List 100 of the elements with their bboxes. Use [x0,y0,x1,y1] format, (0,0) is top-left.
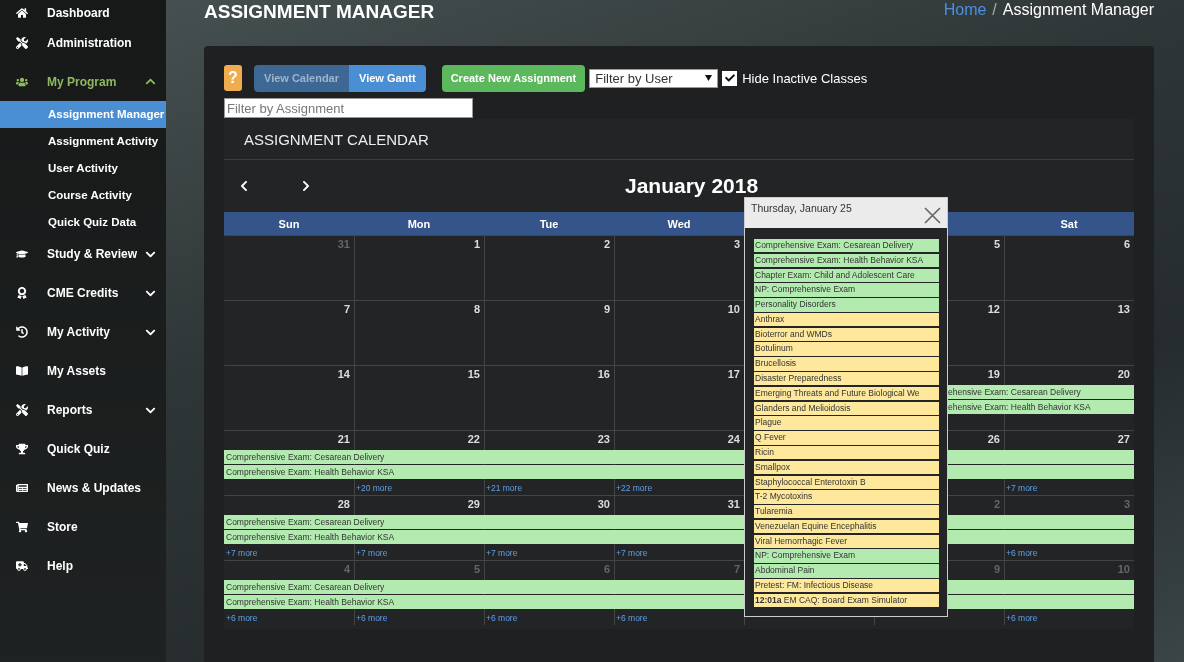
chevron-down-icon [145,249,156,260]
chevron-down-icon [145,327,156,338]
page-title: ASSIGNMENT MANAGER [204,1,435,23]
calendar-title: ASSIGNMENT CALENDAR [244,130,429,148]
event-item[interactable]: NP: Comprehensive Exam [754,549,939,563]
menu-icon [16,482,28,495]
sidebar-label: Dashboard [47,6,111,20]
sidebar-subitem[interactable]: Course Activity [0,181,166,209]
event-item[interactable]: Pretest: FM: Infectious Disease [754,578,939,593]
sidebar-label: CME Credits [47,286,120,301]
breadcrumb-current: Assignment Manager [1002,1,1154,19]
user-filter-select[interactable]: Filter by User [589,68,719,88]
breadcrumb-separator: / [992,1,997,19]
sidebar-item[interactable]: My Program [0,62,166,101]
sidebar-label: News & Updates [47,481,143,496]
popup-title: Thursday, January 25 [751,202,852,214]
menu-icon [16,560,28,573]
sidebar-item[interactable]: My Assets [0,352,166,391]
menu-icon [16,75,28,88]
weekday-label: Tue [538,216,560,232]
event-item[interactable]: T-2 Mycotoxins [754,490,939,504]
sidebar-label: Help [47,559,74,574]
more-link[interactable]: +7 more [224,545,258,558]
sidebar-subitem[interactable]: User Activity [0,154,166,182]
sidebar-item[interactable]: Reports [0,391,166,430]
sidebar-label: Reports [47,403,94,418]
sidebar-label: Administration [47,35,133,50]
menu-icon [16,443,28,456]
event-item[interactable]: Personality Disorders [754,298,939,312]
more-link[interactable]: +7 more [484,545,518,558]
event-item[interactable]: Glanders and Melioidosis [754,401,939,415]
event-item[interactable]: Bioterror and WMDs [754,327,939,342]
event-item[interactable]: NP: Comprehensive Exam [754,283,939,297]
event-item[interactable]: Emerging Threats and Future Biological We [754,386,939,401]
sidebar-item[interactable]: Administration [0,23,166,62]
more-link[interactable]: +20 more [354,480,393,493]
event-item[interactable]: Chapter Exam: Child and Adolescent Care [754,268,939,282]
sidebar-item[interactable]: Help [0,547,166,586]
previous-icon[interactable] [238,180,250,192]
sidebar-item[interactable]: Study & Review [0,235,166,274]
chevron-down-icon [145,288,156,299]
checkbox-label: Hide Inactive Classes [742,70,868,86]
more-link[interactable]: +6 more [1004,610,1038,623]
more-link[interactable]: +6 more [224,610,258,623]
next-icon[interactable] [300,180,312,192]
event-item[interactable]: Smallpox [754,460,939,475]
sidebar-item[interactable]: CME Credits [0,274,166,313]
more-link[interactable]: +6 more [614,610,648,623]
day-cell: 14 [224,365,354,430]
day-cell: 13 [1004,300,1134,365]
sidebar-item[interactable]: My Activity [0,313,166,352]
more-link[interactable]: +21 more [484,480,523,493]
more-link[interactable]: +6 more [354,610,388,623]
event-item[interactable]: Tularemia [754,505,939,519]
event-item[interactable]: Disaster Preparedness [754,372,939,386]
close-icon[interactable] [924,207,941,224]
weekday-label: Sun [277,216,301,232]
breadcrumb-link[interactable]: Home [943,1,987,19]
assignment-filter-input[interactable]: Filter by Assignment [224,98,473,118]
event-item[interactable]: Plague [754,416,939,430]
sidebar-label: My Program [47,74,118,89]
sidebar-label: Store [47,520,79,535]
event-item[interactable]: 12:01a EM CAQ: Board Exam Simulator [754,593,939,608]
sidebar-label: My Assets [47,364,107,379]
caret-down-icon [705,75,713,81]
menu-icon [16,521,28,534]
event-item[interactable]: Q Fever [754,431,939,445]
more-link[interactable]: +7 more [614,545,648,558]
more-link[interactable]: +7 more [354,545,388,558]
event-item[interactable]: Brucellosis [754,357,939,371]
event-item[interactable]: Venezuelan Equine Encephalitis [754,519,939,534]
more-link[interactable]: +7 more [1004,480,1038,493]
menu-icon [16,404,28,417]
menu-icon [16,7,28,19]
more-link[interactable]: +6 more [484,610,518,623]
event-item[interactable]: Abdominal Pain [754,564,939,578]
event-item[interactable]: Ricin [754,445,939,460]
event-item[interactable]: Comprehensive Exam: Health Behavior KSA [754,253,939,268]
day-cell: 7 [224,300,354,365]
menu-icon [16,365,28,378]
day-cell: 6 [1004,235,1134,300]
chevron-up-icon [145,76,156,87]
sidebar-subitem[interactable]: Quick Quiz Data [0,208,166,235]
event-item[interactable]: Botulinum [754,342,939,356]
event-item[interactable]: Comprehensive Exam: Cesarean Delivery [754,239,939,253]
menu-icon [16,248,28,261]
more-link[interactable]: +6 more [1004,545,1038,558]
day-cell: 31 [224,235,354,300]
sidebar-item[interactable]: Quick Quiz [0,430,166,469]
menu-icon [16,36,28,49]
event-item[interactable]: Staphylococcal Enterotoxin B [754,475,939,489]
event-item[interactable]: Viral Hemorrhagic Fever [754,534,939,548]
sidebar-item[interactable]: Dashboard [0,3,166,23]
day-cell: 2 [484,235,614,300]
sidebar-item[interactable]: News & Updates [0,469,166,508]
more-link[interactable]: +22 more [614,480,653,493]
sidebar-item[interactable]: Store [0,508,166,547]
event-item[interactable]: Anthrax [754,312,939,327]
sidebar-subitem[interactable]: Assignment Activity [0,127,166,155]
sidebar-label: My Activity [47,325,111,340]
